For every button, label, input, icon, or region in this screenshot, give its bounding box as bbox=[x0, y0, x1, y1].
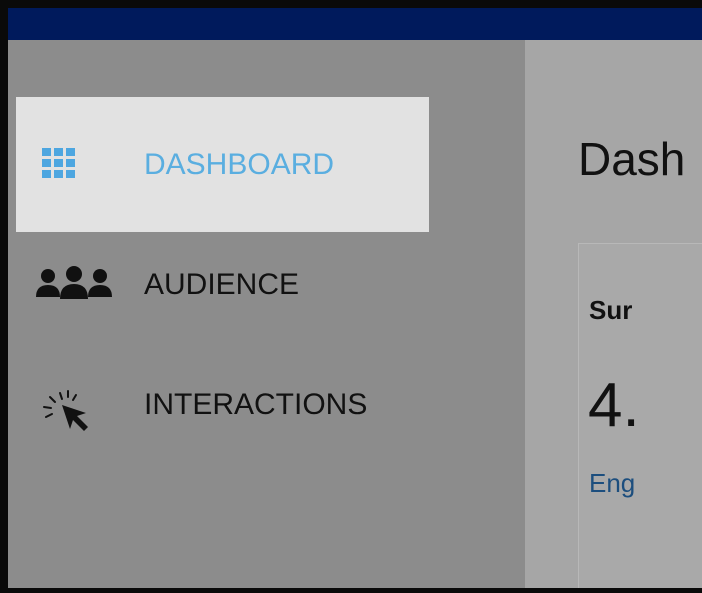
app-window: DASHBOARD AUDIENCE INTERACTIONS Dash Sur… bbox=[0, 0, 702, 593]
sidebar-item-label: INTERACTIONS bbox=[144, 388, 368, 421]
sidebar-item-audience[interactable]: AUDIENCE bbox=[16, 240, 429, 330]
sidebar-item-dashboard[interactable]: DASHBOARD bbox=[16, 97, 429, 232]
card-value: 4. bbox=[588, 371, 640, 440]
cursor-click-icon bbox=[38, 385, 118, 431]
grid-icon bbox=[40, 145, 116, 185]
users-icon bbox=[34, 265, 114, 305]
sidebar-item-label: DASHBOARD bbox=[144, 147, 335, 181]
card-subtitle-link[interactable]: Eng bbox=[589, 468, 635, 499]
sidebar-item-label: AUDIENCE bbox=[144, 268, 300, 301]
sidebar-item-interactions[interactable]: INTERACTIONS bbox=[16, 360, 429, 450]
card-title: Sur bbox=[589, 295, 633, 325]
main-content: Dash Sur 4. Eng bbox=[525, 40, 702, 588]
page-title: Dash bbox=[578, 133, 686, 185]
top-bar bbox=[8, 8, 702, 40]
sidebar: DASHBOARD AUDIENCE INTERACTIONS bbox=[8, 40, 525, 588]
